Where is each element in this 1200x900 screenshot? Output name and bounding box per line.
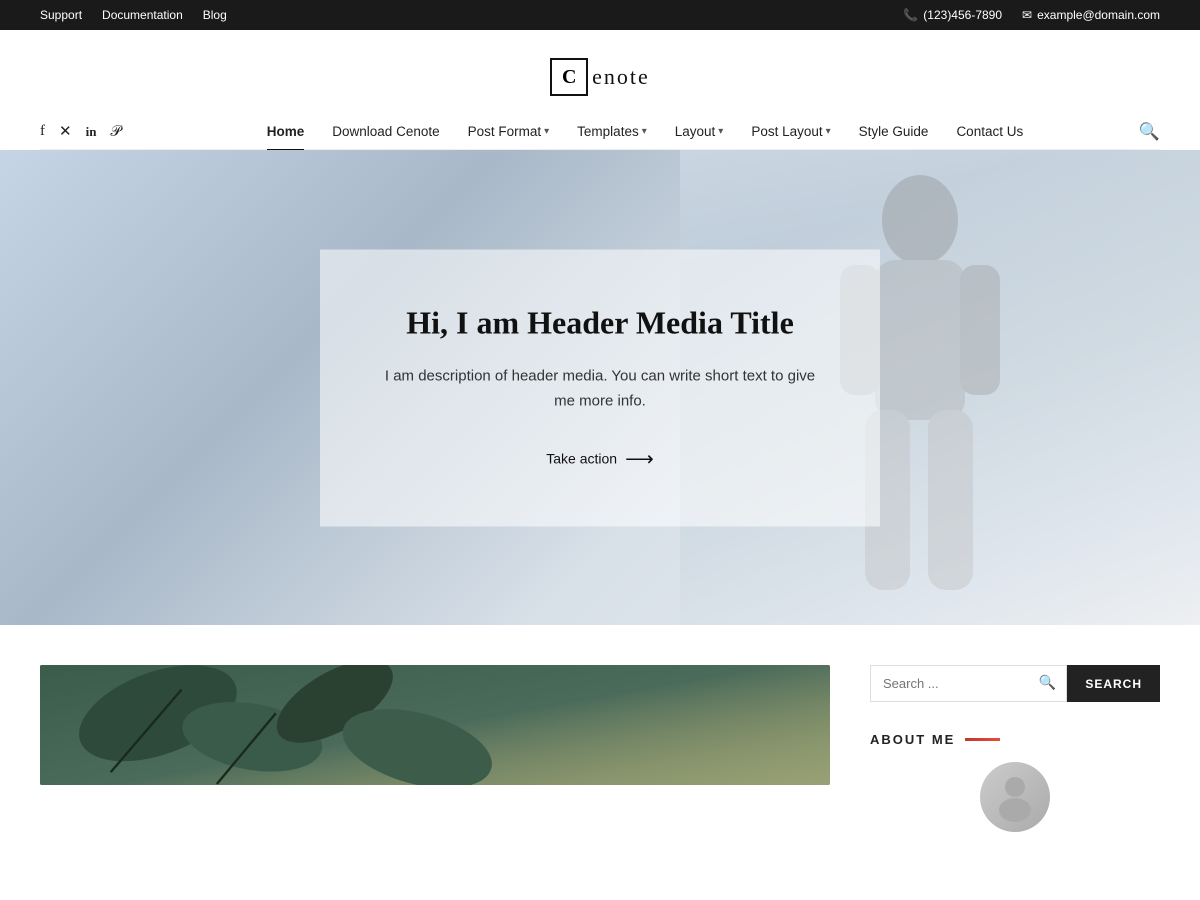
top-bar: Support Documentation Blog 📞 (123)456-78…	[0, 0, 1200, 30]
hero-description: I am description of header media. You ca…	[380, 363, 820, 414]
about-me-heading: ABOUT ME	[870, 732, 1160, 747]
facebook-icon[interactable]: f	[40, 123, 45, 140]
about-me-decorative-line	[965, 738, 1000, 741]
avatar	[980, 762, 1050, 832]
nav-style-guide[interactable]: Style Guide	[845, 114, 943, 149]
nav-download[interactable]: Download Cenote	[318, 114, 453, 149]
hero-title: Hi, I am Header Media Title	[380, 304, 820, 341]
nav-home[interactable]: Home	[253, 114, 319, 149]
twitter-icon[interactable]: ✕	[59, 122, 72, 141]
hero-content-box: Hi, I am Header Media Title I am descrip…	[320, 249, 880, 526]
search-input-wrap: 🔍	[870, 665, 1067, 702]
search-box: 🔍 SEARCH	[870, 665, 1160, 702]
main-content-area: 🔍 SEARCH ABOUT ME	[0, 625, 1200, 832]
nav-post-layout[interactable]: Post Layout ▾	[737, 114, 844, 149]
avatar-silhouette	[990, 772, 1040, 822]
logo-area: C enote	[0, 30, 1200, 114]
top-bar-links: Support Documentation Blog	[40, 8, 227, 22]
templates-dropdown-arrow: ▾	[642, 126, 647, 137]
linkedin-icon[interactable]: in	[86, 124, 97, 140]
post-layout-dropdown-arrow: ▾	[826, 126, 831, 137]
nav-contact[interactable]: Contact Us	[942, 114, 1037, 149]
nav-post-format[interactable]: Post Format ▾	[454, 114, 564, 149]
logo-name: enote	[592, 64, 650, 90]
layout-dropdown-arrow: ▾	[718, 126, 723, 137]
main-navigation: Home Download Cenote Post Format ▾ Templ…	[160, 114, 1130, 149]
pinterest-icon[interactable]: 𝒫	[110, 123, 121, 141]
social-icons: f ✕ in 𝒫	[40, 122, 160, 141]
nav-templates[interactable]: Templates ▾	[563, 114, 661, 149]
email-icon: ✉	[1022, 8, 1032, 22]
search-magnifier-icon: 🔍	[1039, 675, 1056, 692]
nav-area: f ✕ in 𝒫 Home Download Cenote Post Forma…	[0, 114, 1200, 149]
about-me-section: ABOUT ME	[870, 732, 1160, 832]
email-info: ✉ example@domain.com	[1022, 8, 1160, 22]
blog-link[interactable]: Blog	[203, 8, 227, 22]
hero-section: Hi, I am Header Media Title I am descrip…	[0, 150, 1200, 625]
posts-area	[40, 665, 830, 832]
post-image-svg	[40, 665, 830, 785]
search-input[interactable]	[871, 666, 1066, 701]
logo-letter: C	[550, 58, 588, 96]
phone-info: 📞 (123)456-7890	[903, 8, 1002, 22]
hero-cta-button[interactable]: Take action ⟶	[546, 446, 654, 471]
nav-layout[interactable]: Layout ▾	[661, 114, 738, 149]
cta-arrow-icon: ⟶	[625, 446, 654, 471]
search-button[interactable]: SEARCH	[1067, 665, 1160, 702]
nav-search-icon[interactable]: 🔍	[1130, 122, 1160, 142]
support-link[interactable]: Support	[40, 8, 82, 22]
documentation-link[interactable]: Documentation	[102, 8, 183, 22]
post-thumbnail	[40, 665, 830, 785]
post-format-dropdown-arrow: ▾	[544, 126, 549, 137]
sidebar: 🔍 SEARCH ABOUT ME	[870, 665, 1160, 832]
site-logo[interactable]: C enote	[550, 58, 650, 96]
top-bar-contact: 📞 (123)456-7890 ✉ example@domain.com	[903, 8, 1160, 22]
phone-icon: 📞	[903, 8, 918, 22]
